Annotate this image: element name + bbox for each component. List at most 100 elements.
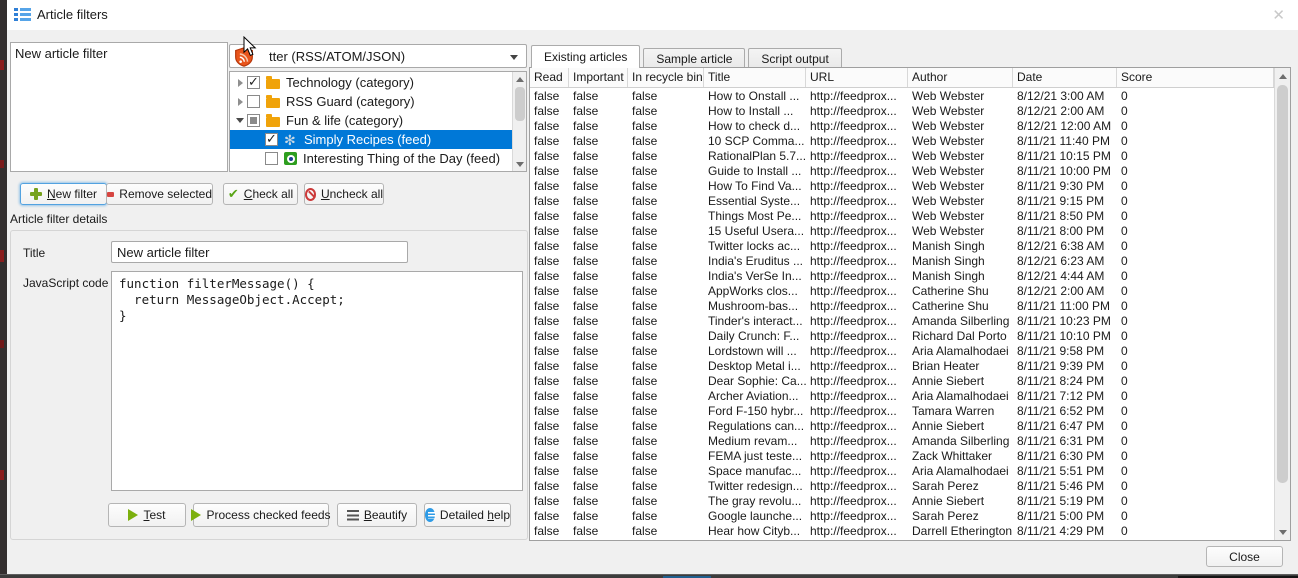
new-filter-button[interactable]: New filter [20,183,107,205]
table-row[interactable]: falsefalsefalseHow To Find Va...http://f… [530,179,1274,194]
cell-recycle: false [628,269,704,284]
feed-checkbox[interactable] [247,76,260,89]
cell-url: http://feedprox... [806,374,908,389]
filters-list[interactable]: New article filter [10,42,228,172]
cell-score: 0 [1117,89,1274,104]
column-header-title[interactable]: Title [704,68,806,87]
table-row[interactable]: falsefalsefalseHow to Install ...http://… [530,104,1274,119]
test-button[interactable]: Test [108,503,186,527]
table-row[interactable]: falsefalsefalseThings Most Pe...http://f… [530,209,1274,224]
table-row[interactable]: falsefalsefalseHow to Onstall ...http://… [530,89,1274,104]
table-row[interactable]: falsefalsefalseIndia's VerSe In...http:/… [530,269,1274,284]
feed-checkbox[interactable] [265,171,278,172]
window-title: Article filters [37,7,108,22]
expand-arrow-icon[interactable] [233,79,247,87]
tab-script-output[interactable]: Script output [748,48,841,68]
feed-tree-item[interactable]: Fun & life (category) [230,111,512,130]
list-item[interactable]: New article filter [11,43,227,64]
beautify-button[interactable]: Beautify [337,503,417,527]
table-row[interactable]: falsefalsefalse10 SCP Comma...http://fee… [530,134,1274,149]
table-row[interactable]: falsefalsefalseTinder's interact...http:… [530,314,1274,329]
cell-read: false [530,524,569,539]
table-row[interactable]: falsefalsefalseEssential Syste...http://… [530,194,1274,209]
feed-tree-item[interactable]: Mashable (feed) [230,168,512,172]
table-row[interactable]: falsefalsefalseGoogle launche...http://f… [530,509,1274,524]
cell-url: http://feedprox... [806,314,908,329]
cell-important: false [569,449,628,464]
scrollbar-thumb[interactable] [515,87,525,121]
cell-important: false [569,164,628,179]
column-header-read[interactable]: Read [530,68,569,87]
table-row[interactable]: falsefalsefalseTwitter locks ac...http:/… [530,239,1274,254]
check-all-button[interactable]: Check all [223,183,298,205]
title-input[interactable] [111,241,408,263]
table-row[interactable]: falsefalsefalseMushroom-bas...http://fee… [530,299,1274,314]
column-header-score[interactable]: Score [1117,68,1274,87]
feed-tree-item[interactable]: Technology (category) [230,73,512,92]
table-row[interactable]: falsefalsefalse15 Useful Usera...http://… [530,224,1274,239]
table-row[interactable]: falsefalsefalseSpace manufac...http://fe… [530,464,1274,479]
table-row[interactable]: falsefalsefalseHear how Cityb...http://f… [530,524,1274,539]
cell-recycle: false [628,419,704,434]
javascript-code-editor[interactable]: function filterMessage() { return Messag… [111,271,523,491]
table-row[interactable]: falsefalsefalseMedium revam...http://fee… [530,434,1274,449]
check-icon [228,188,239,200]
table-row[interactable]: falsefalsefalseTwitter redesign...http:/… [530,479,1274,494]
table-row[interactable]: falsefalsefalseRegulations can...http://… [530,419,1274,434]
feeds-tree[interactable]: Technology (category) RSS Guard (categor… [229,71,527,172]
feed-tree-item[interactable]: Interesting Thing of the Day (feed) [230,149,512,168]
scroll-up-arrow-icon[interactable] [1275,68,1290,84]
expand-arrow-icon[interactable] [233,98,247,106]
column-header-important[interactable]: Important [569,68,628,87]
tab-existing-articles[interactable]: Existing articles [531,45,640,68]
uncheck-all-button[interactable]: Uncheck all [304,183,384,205]
remove-selected-button[interactable]: Remove selected [106,183,213,205]
table-row[interactable]: falsefalsefalseHow to check d...http://f… [530,119,1274,134]
scroll-down-arrow-icon[interactable] [1275,524,1290,540]
feed-tree-item[interactable]: RSS Guard (category) [230,92,512,111]
column-header-author[interactable]: Author [908,68,1013,87]
feed-label: Fun & life (category) [286,113,403,128]
table-row[interactable]: falsefalsefalseDesktop Metal i...http://… [530,359,1274,374]
feed-icon [284,171,297,172]
detailed-help-button[interactable]: Detailed help [424,503,511,527]
table-row[interactable]: falsefalsefalseDear Sophie: Ca...http://… [530,374,1274,389]
table-row[interactable]: falsefalsefalseArcher Aviation...http://… [530,389,1274,404]
cell-score: 0 [1117,239,1274,254]
feed-checkbox[interactable] [265,152,278,165]
tree-vertical-scrollbar[interactable] [512,72,526,171]
tab-sample-article[interactable]: Sample article [643,48,745,68]
cell-recycle: false [628,404,704,419]
feed-checkbox[interactable] [265,133,278,146]
window-close-icon[interactable]: ✕ [1272,6,1285,24]
column-header-url[interactable]: URL [806,68,908,87]
cell-recycle: false [628,149,704,164]
column-header-date[interactable]: Date [1013,68,1117,87]
titlebar[interactable]: Article filters ✕ [7,0,1298,30]
cell-read: false [530,269,569,284]
cell-recycle: false [628,374,704,389]
column-header-recycle[interactable]: In recycle bin [628,68,704,87]
close-button[interactable]: Close [1206,546,1283,567]
scroll-up-arrow-icon[interactable] [513,72,527,86]
table-row[interactable]: falsefalsefalseIndia's Eruditus ...http:… [530,254,1274,269]
account-dropdown[interactable]: tter (RSS/ATOM/JSON) [229,44,527,68]
table-row[interactable]: falsefalsefalseAppWorks clos...http://fe… [530,284,1274,299]
table-row[interactable]: falsefalsefalseDaily Crunch: F...http://… [530,329,1274,344]
table-row[interactable]: falsefalsefalseGuide to Install ...http:… [530,164,1274,179]
table-row[interactable]: falsefalsefalseThe gray revolu...http://… [530,494,1274,509]
feed-tree-item[interactable]: Simply Recipes (feed) [230,130,512,149]
table-row[interactable]: falsefalsefalseLordstown will ...http://… [530,344,1274,359]
cell-url: http://feedprox... [806,389,908,404]
table-row[interactable]: falsefalsefalseFord F-150 hybr...http://… [530,404,1274,419]
feed-checkbox[interactable] [247,114,260,127]
cell-title: Medium revam... [704,434,806,449]
scroll-down-arrow-icon[interactable] [513,157,527,171]
table-row[interactable]: falsefalsefalseRationalPlan 5.7...http:/… [530,149,1274,164]
feed-checkbox[interactable] [247,95,260,108]
table-row[interactable]: falsefalsefalseFEMA just teste...http://… [530,449,1274,464]
expand-arrow-icon[interactable] [233,118,247,123]
process-checked-feeds-button[interactable]: Process checked feeds [193,503,329,527]
table-vertical-scrollbar[interactable] [1274,68,1290,540]
scrollbar-thumb[interactable] [1277,85,1288,483]
